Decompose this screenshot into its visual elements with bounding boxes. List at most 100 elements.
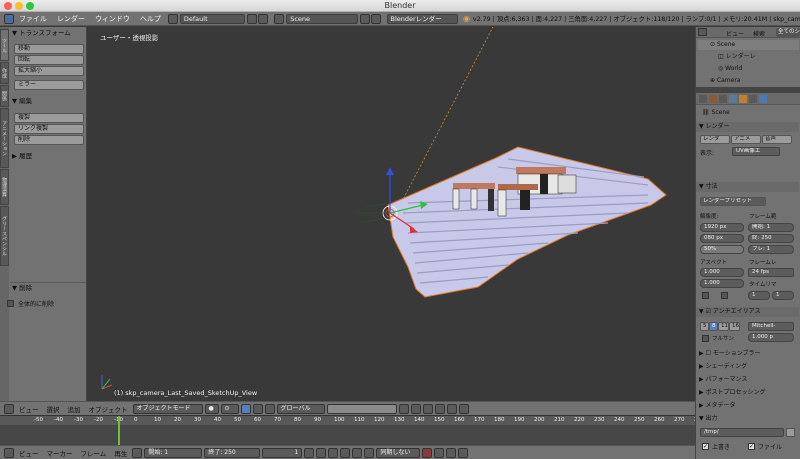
scene-icon[interactable]	[274, 13, 285, 24]
info-editor-icon[interactable]	[4, 13, 14, 24]
postprocessing-panel-header[interactable]: ▶ ポストプロセッシング	[696, 388, 799, 398]
delete-button[interactable]: 削除	[14, 135, 84, 145]
scene-select[interactable]: Scene	[286, 13, 358, 24]
transform-panel-header[interactable]: ▼ トランスフォーム	[10, 28, 86, 38]
current-frame-field[interactable]: 1	[262, 447, 303, 458]
aa-samples-5[interactable]: 5	[700, 322, 709, 331]
metadata-panel-header[interactable]: ▶ メタデータ	[696, 401, 799, 411]
close-window-button[interactable]	[4, 2, 12, 10]
prev-keyframe-icon[interactable]	[316, 447, 327, 458]
manipulator-toggle-icon[interactable]	[240, 403, 251, 414]
resolution-x-field[interactable]: 1920 px	[700, 223, 744, 232]
motion-blur-panel-header[interactable]: ▶ ☐ モーションブラー	[696, 349, 799, 359]
tab-animation[interactable]: アニメーション	[0, 108, 9, 168]
frame-menu[interactable]: フレーム	[78, 448, 110, 458]
overwrite-checkbox[interactable]: ✓	[702, 443, 709, 450]
rotate-manipulator-icon[interactable]	[264, 403, 275, 414]
layer-buttons-icon[interactable]	[326, 403, 397, 414]
start-frame-field[interactable]: 開始: 1	[144, 447, 203, 458]
aspect-y-field[interactable]: 1.000	[700, 279, 744, 288]
add-menu[interactable]: 追加	[65, 404, 84, 414]
outliner-item-world[interactable]: ◎ World	[698, 64, 799, 74]
end-frame-field[interactable]: 終了: 250	[204, 447, 261, 458]
crop-checkbox[interactable]	[721, 292, 728, 299]
dimensions-panel-header[interactable]: ▼ 寸法	[696, 182, 799, 192]
render-audio-button[interactable]: 音声	[762, 135, 792, 144]
layout-select[interactable]: Default	[179, 13, 246, 24]
history-panel-header[interactable]: ▶ 履歴	[10, 151, 86, 161]
playback-menu[interactable]: 再生	[111, 448, 130, 458]
tab-physics[interactable]: 物理演算	[0, 169, 9, 205]
snap-icon[interactable]	[422, 403, 433, 414]
remove-layout-icon[interactable]	[258, 13, 269, 24]
viewport-shading-icon[interactable]: ●	[204, 403, 219, 414]
render-panel-header[interactable]: ▼ レンダー	[696, 122, 799, 132]
timeline-ruler[interactable]: -50-40-30-20-100102030405060708090100110…	[0, 416, 695, 425]
modifiers-tab-icon[interactable]	[759, 95, 767, 103]
timeline-view-menu[interactable]: ビュー	[16, 448, 42, 458]
outliner-editor-icon[interactable]	[698, 28, 707, 36]
minimize-window-button[interactable]	[15, 2, 23, 10]
zoom-window-button[interactable]	[26, 2, 34, 10]
outliner-view-menu[interactable]: ビュー	[726, 29, 744, 38]
preview-range-icon[interactable]	[132, 447, 143, 458]
aa-samples-8[interactable]: 8	[709, 322, 718, 331]
world-tab-icon[interactable]	[729, 95, 737, 103]
object-tab-icon[interactable]	[739, 95, 747, 103]
folder-icon[interactable]	[786, 428, 795, 437]
timeline-editor-icon[interactable]	[4, 447, 14, 458]
keying-set-icon[interactable]	[434, 447, 445, 458]
tab-grease-pencil[interactable]: グリースペンシル	[0, 206, 9, 266]
insert-keyframe-icon[interactable]	[446, 447, 457, 458]
file-extensions-checkbox[interactable]: ✓	[748, 443, 755, 450]
aa-filter-select[interactable]: Mitchell-	[748, 322, 794, 331]
frame-step-field[interactable]: フレ: 1	[748, 245, 794, 254]
menu-file[interactable]: ファイル	[14, 12, 52, 26]
edit-panel-header[interactable]: ▼ 編集	[10, 96, 86, 106]
marker-menu[interactable]: マーカー	[44, 448, 76, 458]
play-reverse-icon[interactable]	[328, 447, 339, 458]
antialiasing-panel-header[interactable]: ▼ ☑ アンチエイリアス	[696, 307, 799, 317]
add-scene-icon[interactable]	[359, 13, 370, 24]
outliner-item-renderlayers[interactable]: ◫ レンダーレ	[698, 52, 799, 62]
render-engine-select[interactable]: Blenderレンダー	[386, 13, 458, 24]
3d-view-editor-icon[interactable]	[4, 403, 14, 414]
filter-size-field[interactable]: 1.000 p	[748, 333, 794, 342]
outliner-item-camera[interactable]: ⊕ Camera	[698, 76, 799, 86]
record-icon[interactable]	[422, 447, 433, 458]
translate-manipulator-icon[interactable]	[252, 403, 263, 414]
interaction-mode-select[interactable]: オブジェクトモード	[132, 403, 203, 414]
full-sample-checkbox[interactable]	[702, 335, 709, 342]
render-image-button[interactable]: レンダ	[700, 135, 730, 144]
delete-operator-header[interactable]: ▼ 削除	[10, 282, 86, 292]
select-menu[interactable]: 選択	[44, 404, 63, 414]
scene-tab-icon[interactable]	[719, 95, 727, 103]
proportional-edit-icon[interactable]	[410, 403, 421, 414]
lock-layers-icon[interactable]	[398, 403, 409, 414]
duplicate-button[interactable]: 複製	[14, 113, 84, 123]
tab-relations[interactable]: 関係	[0, 85, 9, 107]
outliner-display-mode[interactable]: 全てのシ	[776, 28, 800, 37]
performance-panel-header[interactable]: ▶ パフォーマンス	[696, 375, 799, 385]
scale-button[interactable]: 拡大縮小	[14, 66, 84, 76]
play-icon[interactable]	[340, 447, 351, 458]
constraints-tab-icon[interactable]	[749, 95, 757, 103]
jump-start-icon[interactable]	[304, 447, 315, 458]
render-tab-icon[interactable]	[699, 95, 707, 103]
delete-keyframe-icon[interactable]	[458, 447, 469, 458]
aa-samples-16[interactable]: 16	[729, 322, 740, 331]
pivot-point-icon[interactable]: ⊙	[220, 403, 239, 414]
transform-orientation-select[interactable]: グローバル	[276, 403, 325, 414]
time-remap-new-field[interactable]: 1	[772, 291, 794, 300]
screen-layout-icon[interactable]	[167, 13, 178, 24]
render-preset-select[interactable]: レンダープリセット	[700, 197, 766, 206]
current-frame-cursor[interactable]	[118, 416, 120, 445]
shading-panel-header[interactable]: ▶ シェーディング	[696, 362, 799, 372]
sync-mode-select[interactable]: 同期しない	[376, 447, 421, 458]
next-keyframe-icon[interactable]	[352, 447, 363, 458]
aspect-x-field[interactable]: 1.000	[700, 268, 744, 277]
resolution-y-field[interactable]: 080 px	[700, 234, 744, 243]
layers-tab-icon[interactable]	[709, 95, 717, 103]
add-layout-icon[interactable]	[247, 13, 258, 24]
tab-tools[interactable]: ツール	[0, 29, 9, 61]
